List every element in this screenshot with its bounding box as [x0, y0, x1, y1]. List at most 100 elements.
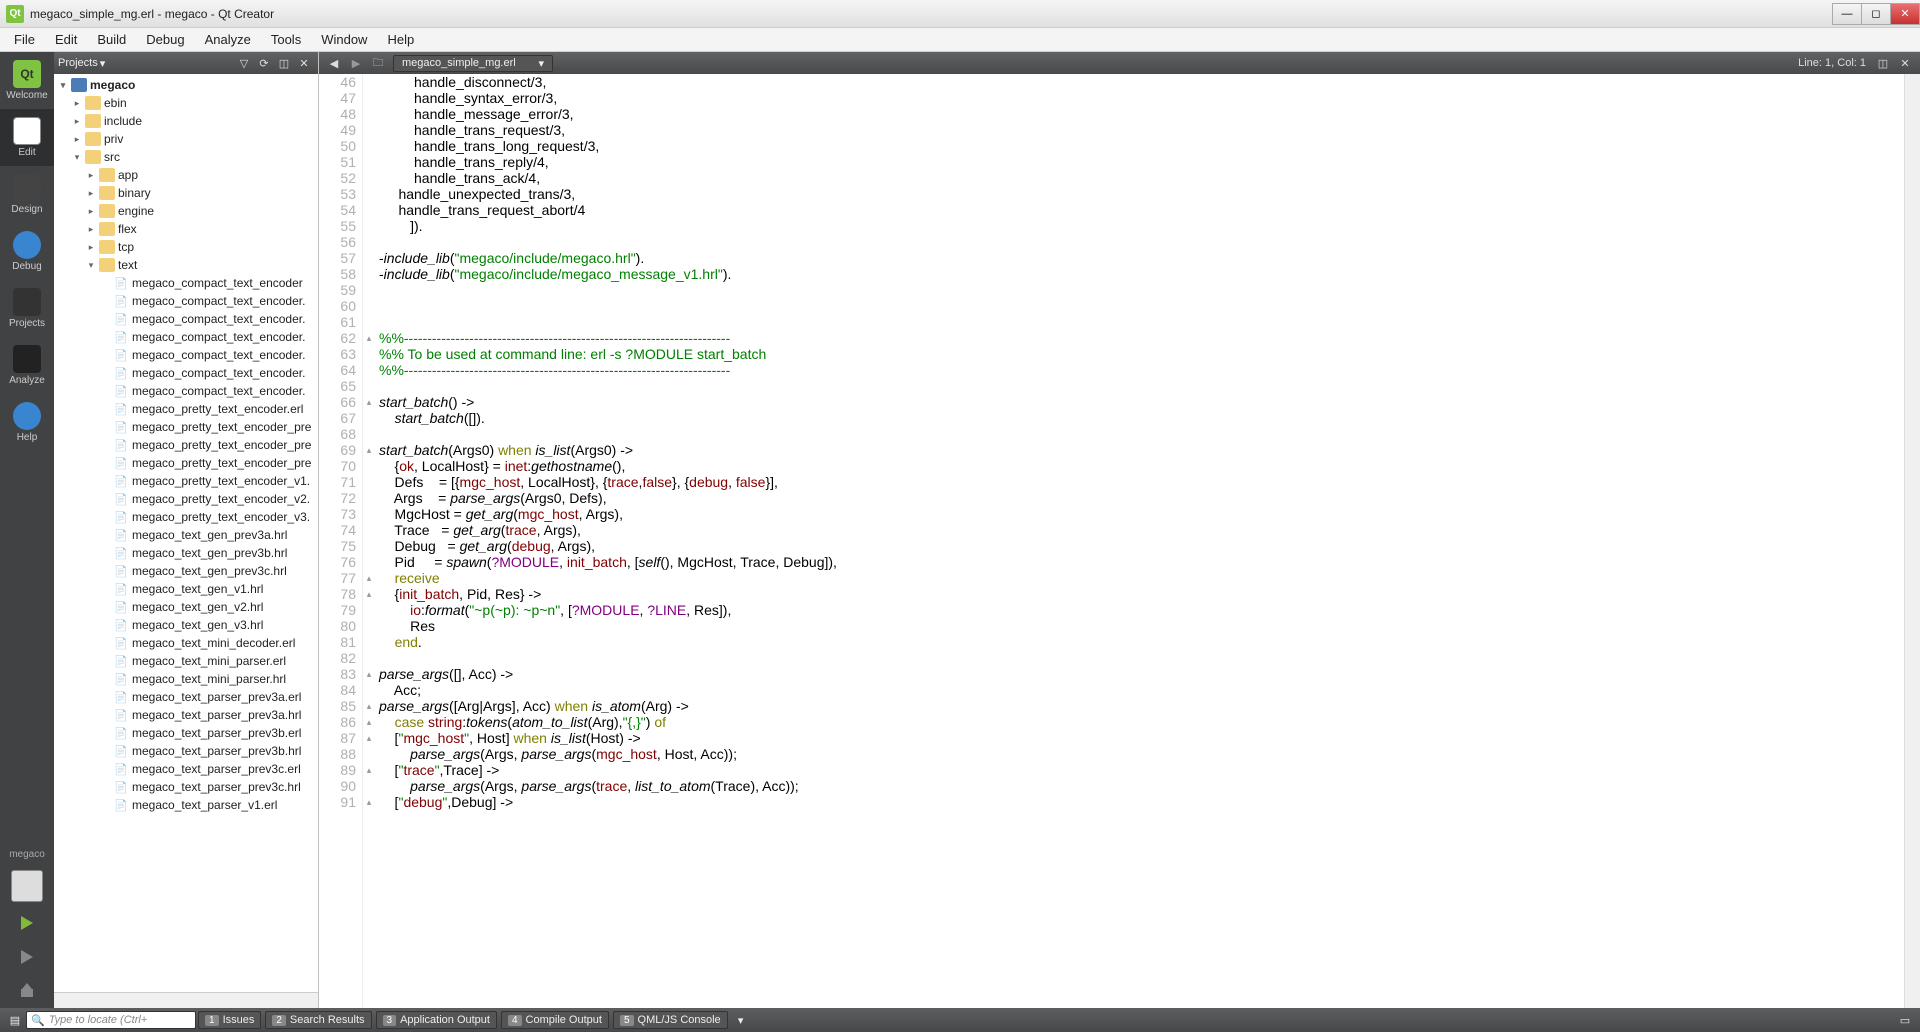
tree-item[interactable]: megaco_pretty_text_encoder_pre: [54, 418, 318, 436]
tree-item[interactable]: ▸include: [54, 112, 318, 130]
panel-search-results[interactable]: 2Search Results: [265, 1011, 371, 1029]
locator-placeholder: Type to locate (Ctrl+: [49, 1014, 148, 1026]
tree-item[interactable]: megaco_text_gen_v3.hrl: [54, 616, 318, 634]
maximize-button[interactable]: ◻: [1861, 3, 1891, 25]
tree-item[interactable]: megaco_text_gen_prev3a.hrl: [54, 526, 318, 544]
tree-item[interactable]: megaco_compact_text_encoder: [54, 274, 318, 292]
mode-analyze-label: Analyze: [9, 375, 45, 386]
run-button[interactable]: [11, 909, 43, 937]
tree-item[interactable]: megaco_pretty_text_encoder_pre: [54, 454, 318, 472]
bottom-bar: ▤ 🔍 Type to locate (Ctrl+ 1Issues2Search…: [0, 1008, 1920, 1032]
project-view-combo[interactable]: Projects: [58, 57, 98, 69]
tree-item[interactable]: megaco_compact_text_encoder.: [54, 310, 318, 328]
mode-welcome-label: Welcome: [6, 90, 48, 101]
tree-item[interactable]: megaco_text_parser_prev3a.hrl: [54, 706, 318, 724]
tree-item[interactable]: megaco_text_mini_parser.hrl: [54, 670, 318, 688]
tree-item[interactable]: megaco_text_mini_parser.erl: [54, 652, 318, 670]
titlebar: Qt megaco_simple_mg.erl - megaco - Qt Cr…: [0, 0, 1920, 28]
tree-item[interactable]: megaco_text_mini_decoder.erl: [54, 634, 318, 652]
filter-icon[interactable]: ▽: [236, 55, 252, 71]
build-button[interactable]: [11, 977, 43, 1005]
locator-input[interactable]: 🔍 Type to locate (Ctrl+: [26, 1011, 196, 1029]
split-icon[interactable]: ◫: [276, 55, 292, 71]
tree-item[interactable]: megaco_compact_text_encoder.: [54, 364, 318, 382]
menu-file[interactable]: File: [4, 29, 45, 50]
mode-welcome[interactable]: QtWelcome: [0, 52, 54, 109]
tree-item[interactable]: megaco_text_parser_prev3b.hrl: [54, 742, 318, 760]
tree-item[interactable]: ▾text: [54, 256, 318, 274]
tree-item[interactable]: megaco_text_gen_v1.hrl: [54, 580, 318, 598]
tree-item[interactable]: ▸binary: [54, 184, 318, 202]
tree-item[interactable]: ▸engine: [54, 202, 318, 220]
tree-item[interactable]: megaco_text_parser_prev3c.hrl: [54, 778, 318, 796]
panel-compile-output[interactable]: 4Compile Output: [501, 1011, 609, 1029]
menu-edit[interactable]: Edit: [45, 29, 87, 50]
tree-item[interactable]: megaco_text_gen_prev3c.hrl: [54, 562, 318, 580]
menu-help[interactable]: Help: [377, 29, 424, 50]
kit-project-label: megaco: [9, 843, 45, 866]
menu-debug[interactable]: Debug: [136, 29, 194, 50]
mode-design[interactable]: Design: [0, 166, 54, 223]
tree-item[interactable]: megaco_text_parser_prev3b.erl: [54, 724, 318, 742]
tree-item[interactable]: megaco_compact_text_encoder.: [54, 292, 318, 310]
tree-item[interactable]: ▸priv: [54, 130, 318, 148]
tree-item[interactable]: megaco_text_parser_prev3c.erl: [54, 760, 318, 778]
tree-item[interactable]: megaco_pretty_text_encoder_v1.: [54, 472, 318, 490]
tree-item[interactable]: ▸tcp: [54, 238, 318, 256]
run-debug-button[interactable]: [11, 943, 43, 971]
open-file-combo[interactable]: megaco_simple_mg.erl▾: [393, 55, 553, 72]
editor-close-icon[interactable]: ✕: [1896, 55, 1914, 71]
panels-menu-icon[interactable]: ▾: [732, 1012, 750, 1028]
tree-item[interactable]: megaco_compact_text_encoder.: [54, 382, 318, 400]
tree-item[interactable]: megaco_pretty_text_encoder_v2.: [54, 490, 318, 508]
close-button[interactable]: ✕: [1890, 3, 1920, 25]
close-panel-icon[interactable]: ✕: [296, 55, 312, 71]
mode-edit[interactable]: Edit: [0, 109, 54, 166]
tree-item[interactable]: megaco_text_gen_v2.hrl: [54, 598, 318, 616]
editor-vscrollbar[interactable]: [1904, 74, 1920, 1008]
tree-item[interactable]: ▾src: [54, 148, 318, 166]
panel-qml/js-console[interactable]: 5QML/JS Console: [613, 1011, 728, 1029]
menu-build[interactable]: Build: [87, 29, 136, 50]
menu-window[interactable]: Window: [311, 29, 377, 50]
minimize-button[interactable]: —: [1832, 3, 1862, 25]
sync-icon[interactable]: ⟳: [256, 55, 272, 71]
fold-gutter[interactable]: ▴▴▴▴▴▴▴▴▴▴▴: [363, 74, 375, 1008]
menu-analyze[interactable]: Analyze: [195, 29, 261, 50]
tree-item[interactable]: ▸app: [54, 166, 318, 184]
editor-split-icon[interactable]: ◫: [1874, 55, 1892, 71]
tree-item[interactable]: megaco_compact_text_encoder.: [54, 346, 318, 364]
tree-item[interactable]: megaco_pretty_text_encoder_pre: [54, 436, 318, 454]
kit-selector-icon[interactable]: [11, 870, 43, 902]
tree-item[interactable]: megaco_text_parser_prev3a.erl: [54, 688, 318, 706]
project-tree[interactable]: ▾megaco▸ebin▸include▸priv▾src▸app▸binary…: [54, 74, 318, 992]
lock-icon[interactable]: 🗀: [369, 55, 387, 71]
tree-item[interactable]: megaco_text_gen_prev3b.hrl: [54, 544, 318, 562]
mode-help[interactable]: Help: [0, 394, 54, 451]
panel-issues[interactable]: 1Issues: [198, 1011, 261, 1029]
toggle-sidebar-icon[interactable]: ▤: [6, 1012, 24, 1028]
menu-tools[interactable]: Tools: [261, 29, 311, 50]
nav-fwd-icon[interactable]: ▶: [347, 55, 365, 71]
nav-back-icon[interactable]: ◀: [325, 55, 343, 71]
tree-item[interactable]: megaco_text_parser_v1.erl: [54, 796, 318, 814]
tree-item[interactable]: ▸flex: [54, 220, 318, 238]
tree-item[interactable]: megaco_pretty_text_encoder_v3.: [54, 508, 318, 526]
mode-analyze[interactable]: Analyze: [0, 337, 54, 394]
qt-app-icon: Qt: [6, 5, 24, 23]
tree-item[interactable]: megaco_compact_text_encoder.: [54, 328, 318, 346]
code-editor[interactable]: 4647484950515253545556575859606162636465…: [319, 74, 1920, 1008]
mode-projects[interactable]: Projects: [0, 280, 54, 337]
tree-item[interactable]: ▾megaco: [54, 76, 318, 94]
tree-item[interactable]: megaco_pretty_text_encoder.erl: [54, 400, 318, 418]
tree-item[interactable]: ▸ebin: [54, 94, 318, 112]
window-title: megaco_simple_mg.erl - megaco - Qt Creat…: [30, 7, 1833, 21]
mode-debug[interactable]: Debug: [0, 223, 54, 280]
project-toolbar: Projects ▾ ▽ ⟳ ◫ ✕: [54, 52, 318, 74]
open-file-name: megaco_simple_mg.erl: [402, 57, 516, 69]
panel-application-output[interactable]: 3Application Output: [376, 1011, 497, 1029]
project-panel: Projects ▾ ▽ ⟳ ◫ ✕ ▾megaco▸ebin▸include▸…: [54, 52, 319, 1008]
progress-icon[interactable]: ▭: [1896, 1012, 1914, 1028]
tree-hscrollbar[interactable]: [54, 992, 318, 1008]
code-area[interactable]: handle_disconnect/3, handle_syntax_error…: [375, 74, 1904, 1008]
